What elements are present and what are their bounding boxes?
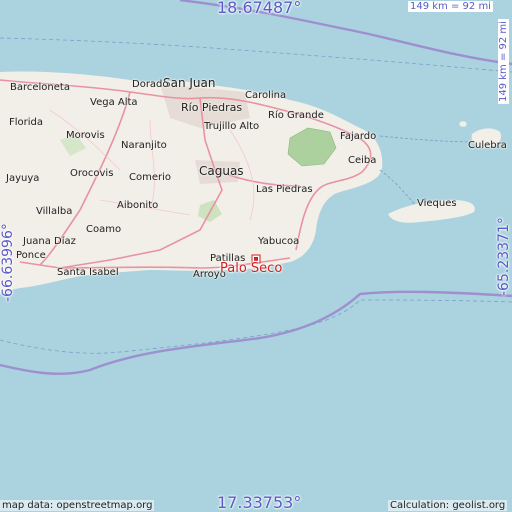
place-label: Santa Isabel [57, 267, 119, 278]
place-label: Dorado [132, 79, 169, 90]
coord-left: -66.63996° [0, 223, 16, 302]
place-label: Orocovis [70, 168, 114, 179]
place-label: Villalba [36, 206, 73, 217]
place-label: Las Piedras [256, 184, 313, 195]
place-label: Coamo [86, 224, 122, 235]
coord-top: 18.67487° [217, 0, 302, 17]
place-label: Florida [9, 117, 44, 128]
place-label: Barceloneta [10, 82, 70, 93]
place-label: San Juan [163, 76, 216, 90]
place-label: Caguas [199, 164, 244, 178]
place-label: Vega Alta [90, 97, 138, 108]
place-label: Culebra [468, 140, 507, 151]
place-label: Carolina [245, 90, 287, 101]
marker-label[interactable]: Palo Seco [220, 261, 282, 276]
place-label: Vieques [417, 198, 457, 209]
ferry-route [379, 135, 481, 143]
map-data-credit[interactable]: map data: openstreetmap.org [0, 500, 155, 511]
place-label: Ponce [16, 250, 46, 261]
calculation-credit[interactable]: Calculation: geolist.org [388, 500, 508, 511]
place-label: Trujillo Alto [204, 121, 260, 132]
place-label: Ceiba [348, 155, 377, 166]
map-canvas [0, 0, 512, 375]
place-label: Juana Díaz [23, 236, 76, 247]
place-label: Naranjito [121, 140, 167, 151]
scale-top: 149 km = 92 mi [408, 1, 493, 12]
map-view[interactable]: San Juan Dorado Barceloneta Vega Alta Rí… [0, 0, 512, 512]
coord-bottom: 17.33753° [217, 493, 302, 512]
place-label: Aibonito [117, 200, 159, 211]
scale-right: 149 km = 92 mi [498, 19, 509, 104]
place-label: Morovis [66, 130, 105, 141]
place-label: Comerio [129, 172, 172, 183]
ferry-route [379, 169, 421, 211]
islet [459, 121, 467, 127]
place-label: Río Grande [268, 110, 324, 121]
place-label: Fajardo [340, 131, 377, 142]
place-label: Jayuya [6, 173, 40, 184]
coord-right: -65.23371° [496, 217, 512, 296]
place-label: Río Piedras [181, 101, 243, 114]
place-label: Yabucoa [258, 236, 300, 247]
